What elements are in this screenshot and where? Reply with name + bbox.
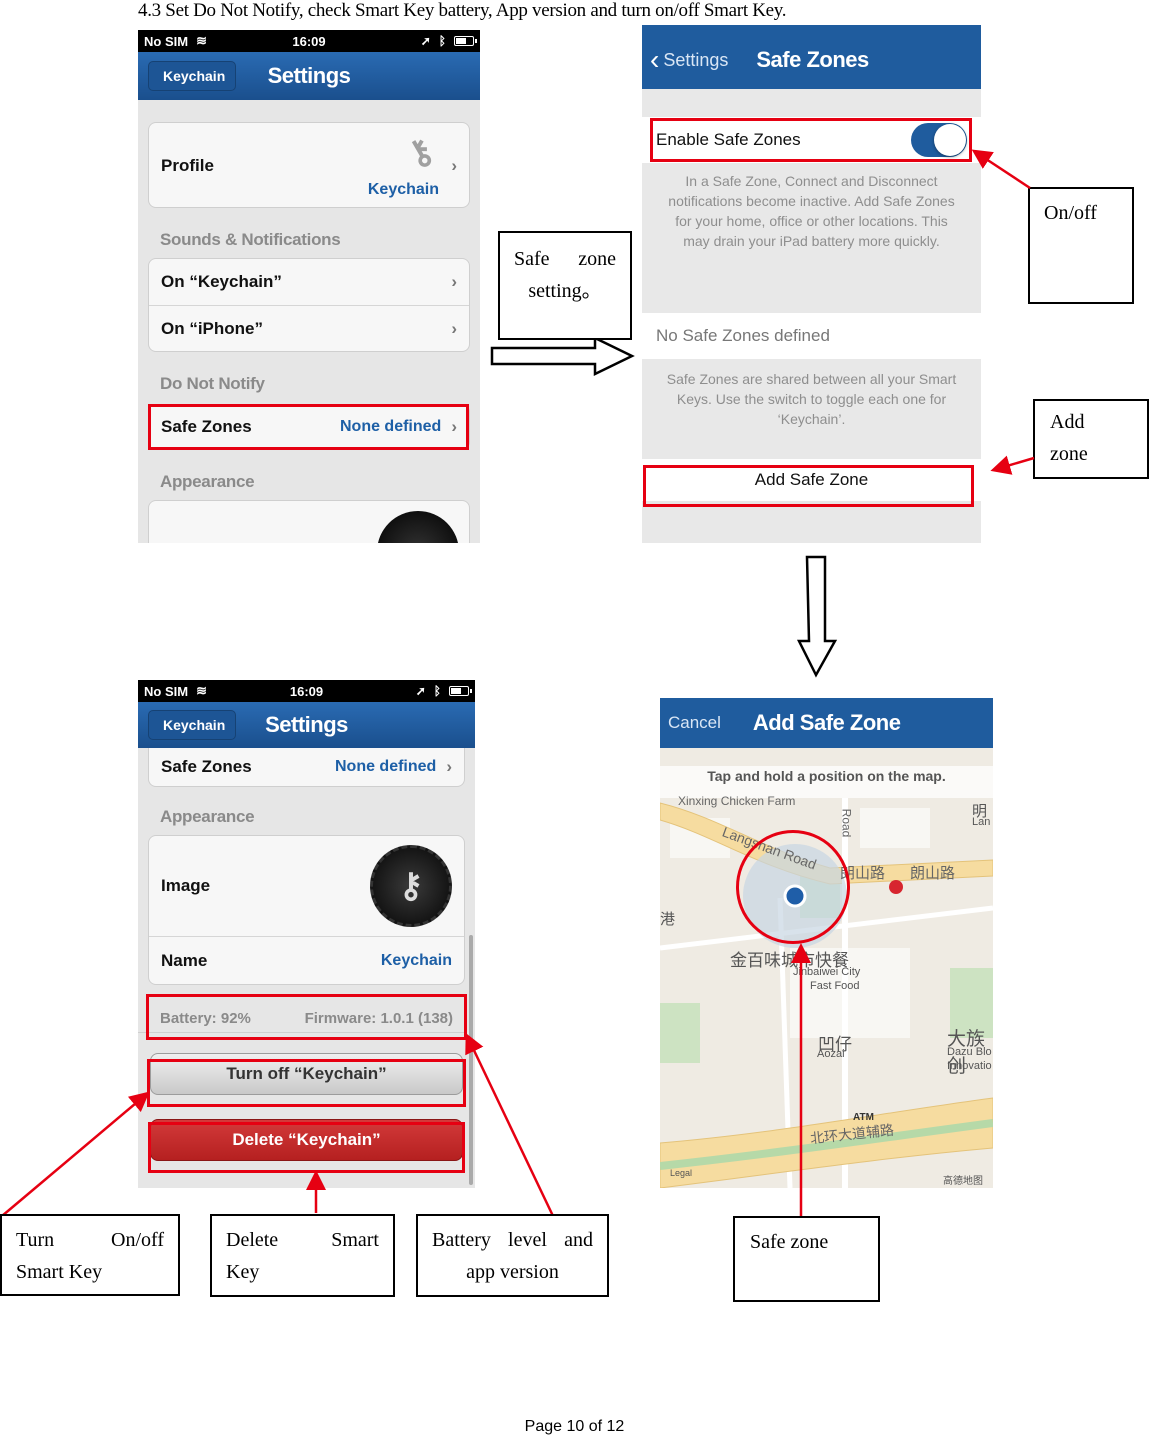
pointer-on-off (971, 149, 1031, 190)
callout-text: Turn On/off (16, 1229, 164, 1251)
callout-delete-key: Delete Smart Key (210, 1214, 395, 1297)
pointer-turn-on-off (1, 1091, 150, 1217)
back-button[interactable]: Keychain (148, 61, 237, 91)
callout-safe-zone: Safe zone (733, 1216, 880, 1302)
callout-text: app version (466, 1261, 559, 1283)
callout-text: Safe zone (750, 1231, 829, 1253)
callout-text: Battery level and (432, 1229, 593, 1251)
callout-text: Smart Key (16, 1261, 103, 1283)
callout-turn-on-off: Turn On/off Smart Key (0, 1214, 180, 1296)
callout-text: Delete Smart (226, 1229, 379, 1251)
pointer-battery (465, 1032, 555, 1217)
back-button[interactable]: Keychain (148, 710, 237, 740)
pointer-add-zone (990, 455, 1035, 475)
page-number: Page 10 of 12 (524, 1418, 625, 1435)
callout-battery-version: Battery level and app version (416, 1214, 609, 1297)
callout-text: Key (226, 1261, 260, 1283)
